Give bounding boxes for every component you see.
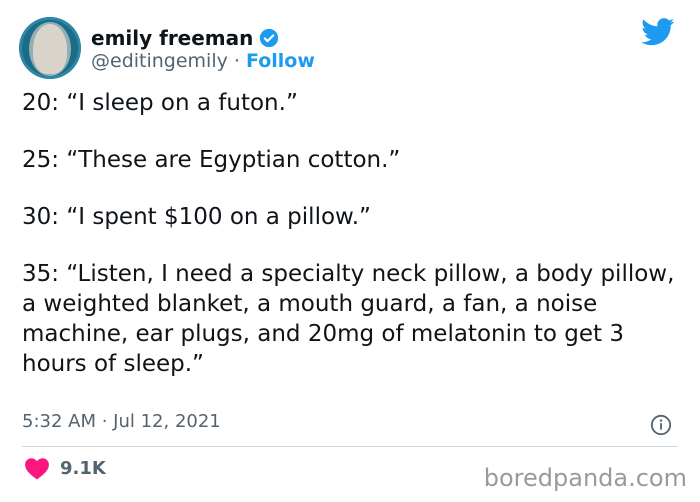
verified-badge-icon bbox=[260, 28, 279, 48]
tweet-line: 25: “These are Egyptian cotton.” bbox=[22, 147, 401, 173]
follow-button[interactable]: Follow bbox=[246, 50, 315, 72]
author-handle[interactable]: @editingemily bbox=[91, 50, 228, 72]
avatar-ring bbox=[19, 17, 81, 79]
author-handle-row: @editingemily · Follow bbox=[91, 50, 315, 72]
info-icon[interactable] bbox=[650, 414, 672, 436]
author-name-row: emily freeman bbox=[91, 26, 279, 50]
author-name[interactable]: emily freeman bbox=[91, 26, 253, 50]
like-action[interactable]: 9.1K bbox=[24, 456, 106, 480]
heart-icon bbox=[25, 458, 49, 480]
tweet-line: 30: “I spent $100 on a pillow.” bbox=[22, 204, 371, 230]
twitter-bird-icon[interactable] bbox=[641, 18, 675, 46]
tweet-line: 20: “I sleep on a futon.” bbox=[22, 90, 298, 116]
author-avatar[interactable] bbox=[19, 17, 81, 79]
like-count: 9.1K bbox=[60, 457, 106, 479]
watermark-text: boredpanda.com bbox=[483, 464, 687, 492]
tweet-timestamp[interactable]: 5:32 AM · Jul 12, 2021 bbox=[22, 411, 221, 432]
tweet-line: 35: “Listen, I need a specialty neck pil… bbox=[22, 261, 675, 377]
handle-separator: · bbox=[233, 50, 240, 72]
tweet-body: 20: “I sleep on a futon.” 25: “These are… bbox=[22, 88, 678, 379]
divider bbox=[22, 446, 678, 447]
